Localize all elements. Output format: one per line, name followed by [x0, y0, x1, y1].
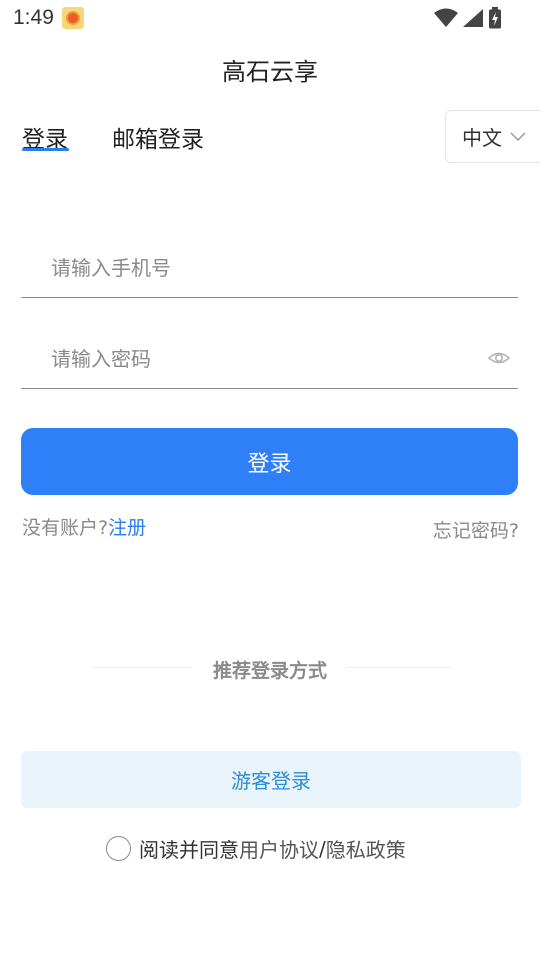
- forgot-password-link[interactable]: 忘记密码?: [433, 516, 519, 543]
- status-icons: [434, 7, 502, 29]
- language-select[interactable]: 中文: [445, 110, 540, 163]
- divider-right: [346, 667, 451, 668]
- battery-charging-icon: [489, 7, 501, 29]
- agreement-prefix: 阅读并同意: [139, 838, 239, 862]
- signal-icon: [463, 9, 483, 27]
- no-account-row: 没有账户?注册: [22, 513, 146, 540]
- login-button[interactable]: 登录: [21, 428, 518, 495]
- agreement-checkbox[interactable]: [106, 836, 131, 861]
- chevron-down-icon: [510, 131, 526, 141]
- phone-input[interactable]: [21, 238, 461, 297]
- no-account-text: 没有账户?: [22, 517, 109, 539]
- tab-email-login[interactable]: 邮箱登录: [112, 120, 204, 154]
- wifi-icon: [434, 8, 458, 27]
- recommend-login-label: 推荐登录方式: [212, 660, 327, 682]
- password-input[interactable]: [21, 329, 461, 388]
- status-time: 1:49: [13, 6, 54, 29]
- user-agreement-link[interactable]: 用户协议: [239, 834, 319, 863]
- weather-sun-icon: [62, 7, 84, 29]
- privacy-policy-link[interactable]: 隐私政策: [326, 834, 406, 863]
- guest-login-button[interactable]: 游客登录: [21, 751, 521, 808]
- password-field-container: [21, 329, 518, 389]
- agreement-row: 阅读并同意 用户协议 / 隐私政策: [106, 834, 406, 863]
- eye-icon[interactable]: [488, 347, 510, 369]
- page-title: 高石云享: [222, 58, 318, 86]
- active-tab-indicator: [22, 148, 69, 151]
- language-selected-value: 中文: [462, 126, 502, 150]
- agreement-separator: /: [319, 836, 326, 861]
- phone-field-container: [21, 238, 518, 298]
- status-bar: 1:49: [0, 0, 540, 36]
- register-link[interactable]: 注册: [108, 517, 146, 539]
